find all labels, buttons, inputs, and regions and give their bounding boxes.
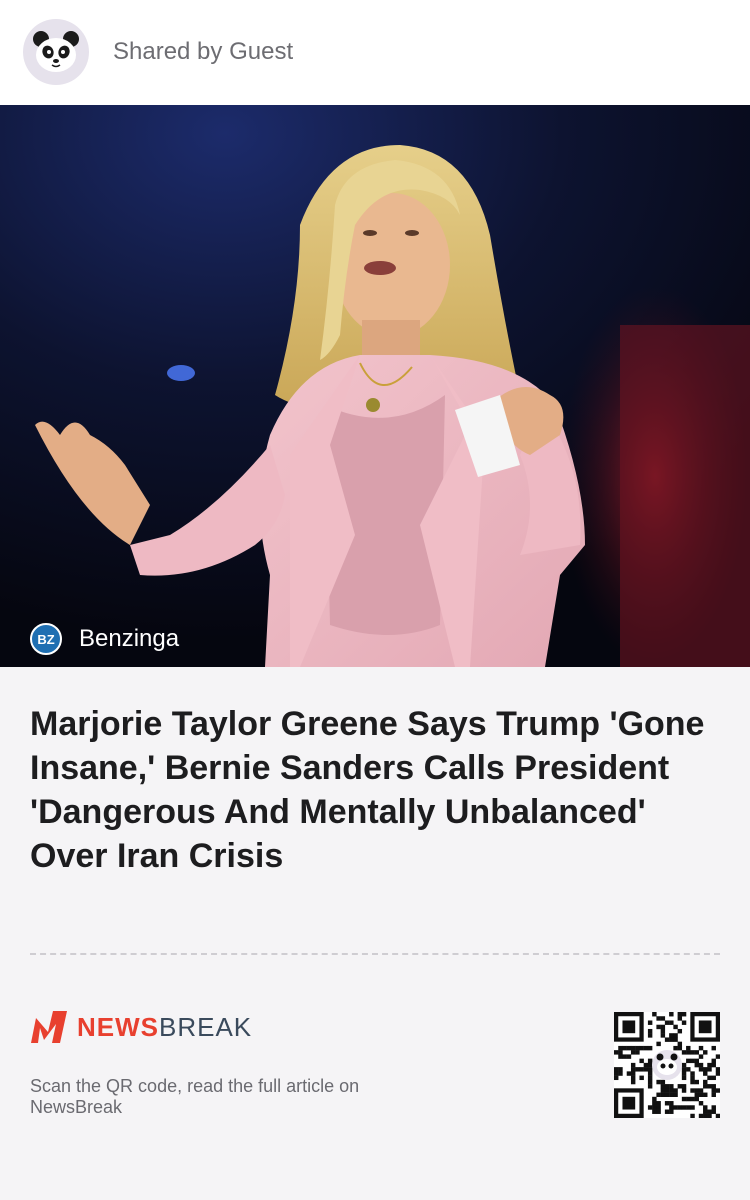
benzinga-logo-icon: BZ: [30, 623, 62, 655]
share-header: Shared by Guest: [0, 0, 750, 105]
dashed-divider: [30, 953, 720, 955]
qr-code-icon[interactable]: [614, 1012, 720, 1118]
newsbreak-logo: NEWSBREAK: [30, 1010, 252, 1044]
share-card: Shared by Guest BZ Benzinga Marjorie Tay…: [0, 0, 750, 1200]
article-headline[interactable]: Marjorie Taylor Greene Says Trump 'Gone …: [30, 702, 720, 878]
shared-by-label: Shared by Guest: [113, 38, 294, 65]
article-image[interactable]: [0, 105, 750, 667]
source-name: Benzinga: [79, 625, 180, 652]
brand-news: NEWS: [77, 1011, 159, 1042]
brand-break: BREAK: [159, 1011, 253, 1042]
panda-avatar-icon: [23, 19, 89, 85]
newsbreak-wordmark: NEWSBREAK: [77, 1012, 252, 1043]
source-badge[interactable]: BZ Benzinga: [30, 623, 179, 655]
newsbreak-mark-icon: [31, 1011, 67, 1043]
scan-instructions: Scan the QR code, read the full article …: [30, 1076, 360, 1117]
